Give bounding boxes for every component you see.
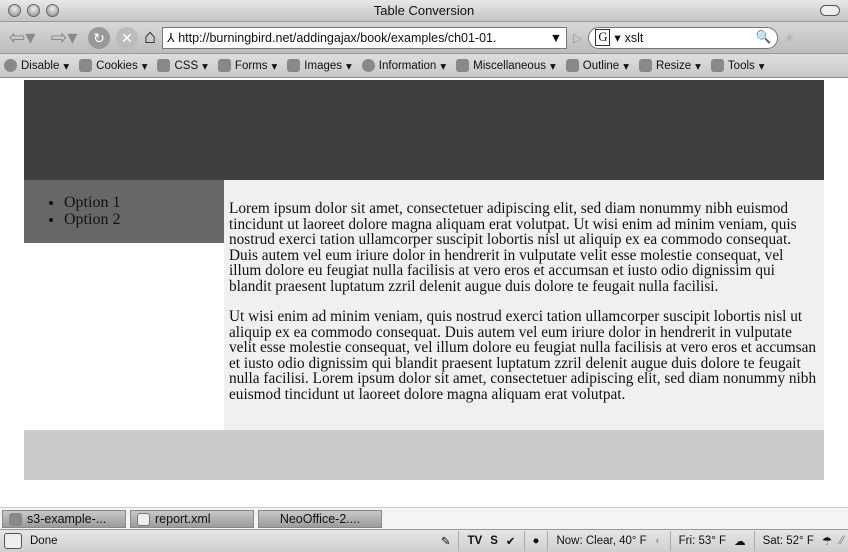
window-title: Table Conversion	[373, 3, 475, 18]
home-button[interactable]: ⌂	[144, 26, 156, 49]
sidebar-option-2[interactable]: Option 2	[64, 211, 224, 228]
paragraph-1: Lorem ipsum dolor sit amet, consectetuer…	[229, 200, 797, 295]
taskbar-item-s3-example[interactable]: s3-example-...	[2, 510, 126, 528]
stop-button[interactable]: ✕	[116, 26, 138, 49]
weather-fri[interactable]: Fri: 53° F	[679, 535, 726, 547]
sidebar-option-1[interactable]: Option 1	[64, 194, 224, 211]
toolbar-miscellaneous[interactable]: Miscellaneous ▾	[456, 59, 556, 73]
toolbar-images[interactable]: Images ▾	[287, 59, 352, 73]
tv-icon[interactable]: TV	[467, 535, 482, 547]
search-icon[interactable]: 🔍	[756, 30, 772, 45]
notepad-icon[interactable]: ✎	[441, 534, 451, 548]
toolbar-resize[interactable]: Resize ▾	[638, 59, 701, 73]
loading-spinner-icon: ✳	[784, 30, 795, 45]
folder-icon	[9, 512, 22, 526]
miscellaneous-icon	[456, 59, 470, 72]
document-icon	[137, 512, 150, 526]
tools-icon	[710, 59, 724, 72]
forward-button[interactable]: ⇨▾	[46, 25, 82, 50]
toolbar-toggle-button[interactable]	[820, 5, 840, 16]
url-dropdown-icon[interactable]: ▼	[550, 31, 562, 45]
back-button[interactable]: ⇦▾	[4, 25, 40, 50]
moon-icon[interactable]: ●	[533, 535, 540, 547]
toolbar-disable[interactable]: Disable ▾	[4, 59, 69, 73]
status-bar: Done ✎ TV S ✔ ● Now: Clear, 40° F ◐ Fri: …	[0, 529, 848, 552]
status-icon	[4, 533, 22, 549]
partly-cloudy-icon: ☁	[734, 536, 746, 548]
sidebar-menu: Option 1Option 2	[24, 180, 224, 243]
status-text: Done	[30, 535, 58, 547]
taskbar-item-neooffice[interactable]: NeoOffice-2....	[258, 510, 382, 528]
cookies-icon	[79, 59, 93, 72]
css-icon	[157, 59, 171, 72]
images-icon	[287, 59, 301, 72]
disable-icon	[4, 59, 17, 72]
toolbar-cookies[interactable]: Cookies ▾	[79, 59, 147, 73]
site-icon: ⅄	[167, 31, 179, 45]
toolbar-forms[interactable]: Forms ▾	[217, 59, 277, 73]
search-engine-icon[interactable]: G	[595, 29, 611, 46]
close-window-button[interactable]	[8, 4, 21, 17]
go-button[interactable]: ▷	[573, 31, 582, 45]
search-box[interactable]: G ▾ xslt 🔍	[588, 26, 779, 49]
information-icon	[361, 59, 375, 72]
page-header	[24, 80, 824, 180]
minimize-window-button[interactable]	[27, 4, 40, 17]
rain-icon: ☂	[821, 536, 833, 548]
resize-icon	[638, 59, 652, 72]
toolbar-tools[interactable]: Tools ▾	[710, 59, 765, 73]
toolbar-information[interactable]: Information ▾	[361, 59, 446, 73]
resize-grip[interactable]: ⁄⁄	[840, 535, 844, 547]
forms-icon	[217, 59, 231, 72]
toolbar-css[interactable]: CSS ▾	[157, 59, 208, 73]
page-footer	[24, 430, 824, 480]
weather-now[interactable]: Now: Clear, 40° F	[556, 535, 646, 547]
title-bar: Table Conversion	[0, 0, 848, 22]
outline-icon	[565, 59, 579, 72]
reload-button[interactable]: ↻	[88, 26, 110, 49]
taskbar-item-report[interactable]: report.xml	[130, 510, 254, 528]
web-developer-toolbar: Disable ▾ Cookies ▾ CSS ▾ Forms ▾ Images…	[0, 54, 848, 78]
zoom-window-button[interactable]	[46, 4, 59, 17]
main-content: Lorem ipsum dolor sit amet, consectetuer…	[224, 180, 824, 430]
url-bar[interactable]: ⅄ http://burningbird.net/addingajax/book…	[162, 26, 568, 49]
paragraph-2: Ut wisi enim ad minim veniam, quis nostr…	[229, 308, 817, 403]
s-icon[interactable]: S	[490, 535, 498, 547]
moon-phase-icon: ◐	[654, 535, 662, 547]
weather-sat[interactable]: Sat: 52° F	[763, 535, 814, 547]
page-content: Option 1Option 2 Lorem ipsum dolor sit a…	[0, 80, 848, 506]
search-input[interactable]: xslt	[625, 31, 752, 45]
navigation-toolbar: ⇦▾ ⇨▾ ↻ ✕ ⌂ ⅄ http://burningbird.net/add…	[0, 22, 848, 54]
taskbar: s3-example-... report.xml NeoOffice-2...…	[0, 507, 848, 529]
toolbar-outline[interactable]: Outline ▾	[565, 59, 629, 73]
check-icon[interactable]: ✔	[506, 534, 516, 548]
